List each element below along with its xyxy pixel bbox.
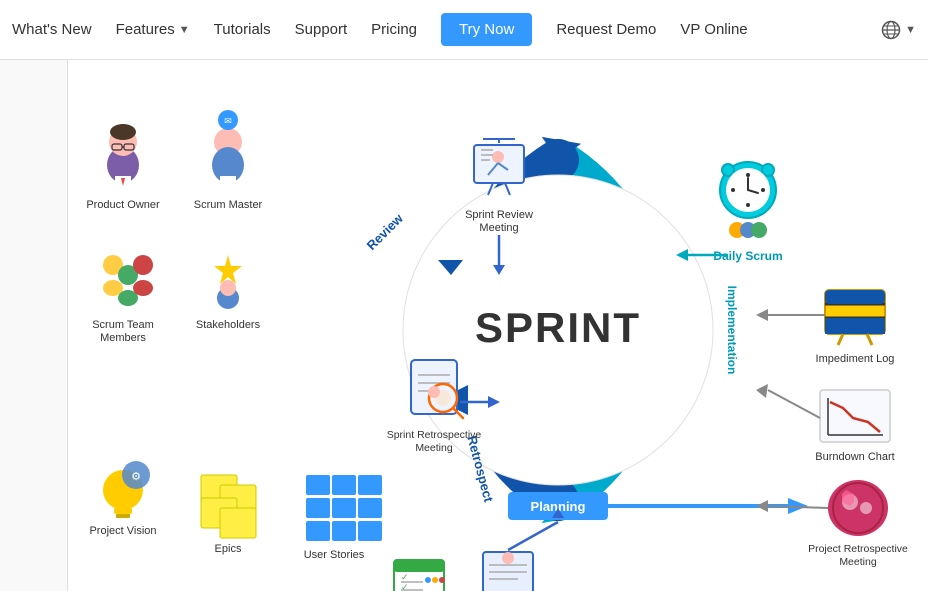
navbar: What's New Features ▼ Tutorials Support …: [0, 0, 928, 60]
svg-text:Scrum Master: Scrum Master: [194, 199, 263, 211]
scrum-diagram-svg: Product Owner ✉ Scrum Master: [68, 60, 928, 591]
svg-text:Implementation: Implementation: [725, 286, 739, 375]
project-retro-meeting-icon: Project Retrospective Meeting: [808, 480, 908, 568]
user-stories-icon: User Stories: [304, 475, 382, 561]
svg-text:Members: Members: [100, 332, 146, 344]
svg-text:⚙: ⚙: [131, 471, 141, 483]
nav-whats-new[interactable]: What's New: [12, 21, 92, 38]
svg-text:User Stories: User Stories: [304, 549, 365, 561]
nav-support[interactable]: Support: [295, 21, 348, 38]
sprint-planning-meeting-icon: Sprint Planning Meeting: [471, 552, 546, 591]
svg-text:Impediment Log: Impediment Log: [816, 353, 895, 365]
sprint-backlog-icon: ✓ ✓: [394, 560, 445, 591]
nav-vp-online[interactable]: VP Online: [680, 21, 747, 38]
impediment-log-icon: Impediment Log: [816, 290, 895, 365]
main-content: Product Owner ✉ Scrum Master: [0, 60, 928, 591]
svg-text:✓: ✓: [401, 582, 409, 591]
try-now-button[interactable]: Try Now: [441, 13, 532, 46]
nav-pricing[interactable]: Pricing: [371, 21, 417, 38]
svg-text:Burndown Chart: Burndown Chart: [815, 451, 895, 463]
svg-text:Stakeholders: Stakeholders: [196, 319, 261, 331]
project-vision-icon: ⚙ Project Vision: [89, 461, 156, 537]
chevron-down-icon-lang: ▼: [905, 24, 916, 36]
nav-features-label: Features: [116, 21, 175, 38]
svg-text:Project Vision: Project Vision: [89, 525, 156, 537]
stakeholders-icon: Stakeholders: [196, 255, 261, 331]
svg-text:Meeting: Meeting: [415, 442, 453, 454]
svg-text:Review: Review: [364, 210, 407, 253]
diagram-area: Product Owner ✉ Scrum Master: [68, 60, 928, 591]
svg-text:Product Owner: Product Owner: [86, 199, 160, 211]
nav-request-demo[interactable]: Request Demo: [556, 21, 656, 38]
svg-text:Epics: Epics: [215, 543, 242, 555]
product-owner-icon: Product Owner: [86, 124, 160, 211]
svg-text:✉: ✉: [224, 116, 232, 126]
sidebar: [0, 60, 68, 591]
chevron-down-icon: ▼: [179, 24, 190, 36]
scrum-team-icon: Scrum Team Members: [92, 255, 154, 344]
scrum-master-icon: ✉ Scrum Master: [194, 110, 263, 211]
burndown-chart-icon: Burndown Chart: [815, 390, 895, 463]
nav-features[interactable]: Features ▼: [116, 21, 190, 38]
epics-icon: Epics: [201, 475, 256, 555]
svg-text:✓: ✓: [401, 572, 409, 582]
svg-text:Sprint Review: Sprint Review: [465, 209, 533, 221]
svg-text:Meeting: Meeting: [839, 556, 877, 568]
daily-scrum-icon: Daily Scrum: [713, 162, 782, 263]
sprint-center-label: SPRINT: [475, 304, 641, 351]
svg-text:Scrum Team: Scrum Team: [92, 319, 154, 331]
globe-icon[interactable]: ▼: [881, 20, 916, 40]
svg-text:Sprint Retrospective: Sprint Retrospective: [387, 429, 482, 441]
nav-tutorials[interactable]: Tutorials: [214, 21, 271, 38]
svg-text:Meeting: Meeting: [479, 222, 518, 234]
svg-text:Project Retrospective: Project Retrospective: [808, 543, 908, 555]
